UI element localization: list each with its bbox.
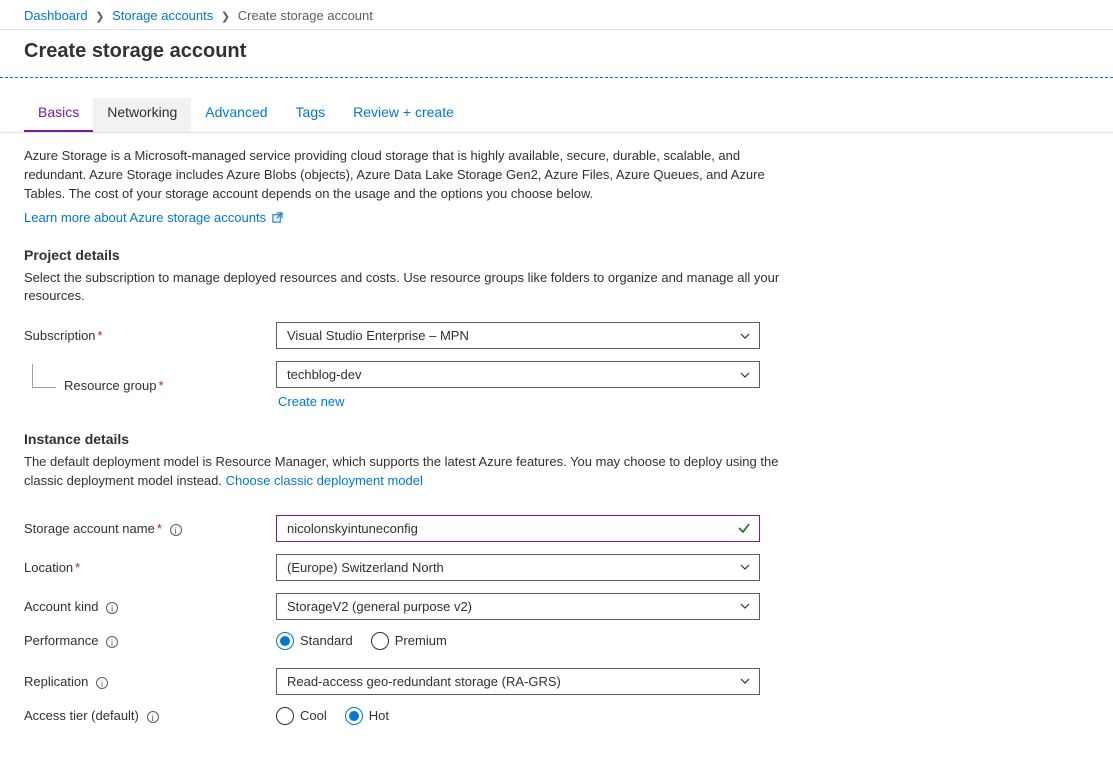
required-icon: *	[157, 521, 162, 536]
required-icon: *	[159, 378, 164, 393]
tab-content: Azure Storage is a Microsoft-managed ser…	[0, 133, 1113, 761]
tab-basics[interactable]: Basics	[24, 98, 93, 132]
subscription-dropdown[interactable]: Visual Studio Enterprise – MPN	[276, 322, 760, 349]
replication-label: Replication i	[24, 674, 276, 689]
radio-label: Hot	[369, 708, 389, 723]
breadcrumb-dashboard[interactable]: Dashboard	[24, 8, 88, 23]
performance-radio-group: Standard Premium	[276, 632, 760, 650]
breadcrumb: Dashboard ❯ Storage accounts ❯ Create st…	[0, 0, 1113, 30]
create-new-link[interactable]: Create new	[278, 394, 344, 409]
resource-group-value: techblog-dev	[287, 367, 361, 382]
required-icon: *	[75, 560, 80, 575]
breadcrumb-storage-accounts[interactable]: Storage accounts	[112, 8, 213, 23]
storage-account-name-label: Storage account name* i	[24, 521, 276, 536]
performance-standard-radio[interactable]: Standard	[276, 632, 353, 650]
performance-label: Performance i	[24, 633, 276, 648]
storage-account-name-value: nicolonskyintuneconfig	[287, 521, 418, 536]
radio-label: Standard	[300, 633, 353, 648]
storage-account-name-input[interactable]: nicolonskyintuneconfig	[276, 515, 760, 542]
access-tier-radio-group: Cool Hot	[276, 707, 760, 725]
project-details-desc: Select the subscription to manage deploy…	[24, 269, 784, 307]
instance-details-desc: The default deployment model is Resource…	[24, 453, 784, 491]
chevron-down-icon	[739, 675, 751, 687]
tree-connector-icon	[32, 364, 56, 388]
radio-icon	[276, 632, 294, 650]
replication-dropdown[interactable]: Read-access geo-redundant storage (RA-GR…	[276, 668, 760, 695]
learn-more-link[interactable]: Learn more about Azure storage accounts	[24, 210, 283, 225]
radio-icon	[345, 707, 363, 725]
radio-icon	[371, 632, 389, 650]
info-icon[interactable]: i	[147, 711, 159, 723]
chevron-down-icon	[739, 369, 751, 381]
info-icon[interactable]: i	[106, 602, 118, 614]
project-details-heading: Project details	[24, 247, 1089, 263]
subscription-label: Subscription*	[24, 328, 276, 343]
radio-label: Cool	[300, 708, 327, 723]
info-icon[interactable]: i	[106, 636, 118, 648]
required-icon: *	[98, 328, 103, 343]
resource-group-label: Resource group*	[24, 378, 276, 393]
instance-details-heading: Instance details	[24, 431, 1089, 447]
learn-more-label: Learn more about Azure storage accounts	[24, 210, 266, 225]
intro-text: Azure Storage is a Microsoft-managed ser…	[24, 147, 784, 204]
resource-group-dropdown[interactable]: techblog-dev	[276, 361, 760, 388]
chevron-down-icon	[739, 561, 751, 573]
tab-networking[interactable]: Networking	[93, 98, 191, 132]
chevron-down-icon	[739, 600, 751, 612]
account-kind-value: StorageV2 (general purpose v2)	[287, 599, 472, 614]
access-tier-hot-radio[interactable]: Hot	[345, 707, 389, 725]
access-tier-cool-radio[interactable]: Cool	[276, 707, 327, 725]
performance-premium-radio[interactable]: Premium	[371, 632, 447, 650]
subscription-value: Visual Studio Enterprise – MPN	[287, 328, 469, 343]
info-icon[interactable]: i	[170, 524, 182, 536]
choose-classic-link[interactable]: Choose classic deployment model	[226, 473, 423, 488]
radio-icon	[276, 707, 294, 725]
radio-label: Premium	[395, 633, 447, 648]
account-kind-label: Account kind i	[24, 599, 276, 614]
tab-tags[interactable]: Tags	[282, 98, 340, 132]
check-icon	[737, 521, 751, 535]
chevron-right-icon: ❯	[221, 10, 230, 23]
tab-advanced[interactable]: Advanced	[191, 98, 281, 132]
location-value: (Europe) Switzerland North	[287, 560, 444, 575]
breadcrumb-current: Create storage account	[238, 8, 373, 23]
info-icon[interactable]: i	[96, 677, 108, 689]
access-tier-label: Access tier (default) i	[24, 708, 276, 723]
external-link-icon	[272, 212, 283, 223]
account-kind-dropdown[interactable]: StorageV2 (general purpose v2)	[276, 593, 760, 620]
replication-value: Read-access geo-redundant storage (RA-GR…	[287, 674, 561, 689]
chevron-down-icon	[739, 330, 751, 342]
location-dropdown[interactable]: (Europe) Switzerland North	[276, 554, 760, 581]
tab-review-create[interactable]: Review + create	[339, 98, 468, 132]
location-label: Location*	[24, 560, 276, 575]
chevron-right-icon: ❯	[95, 10, 104, 23]
page-title: Create storage account	[0, 30, 1113, 77]
tab-bar: Basics Networking Advanced Tags Review +…	[0, 78, 1113, 133]
